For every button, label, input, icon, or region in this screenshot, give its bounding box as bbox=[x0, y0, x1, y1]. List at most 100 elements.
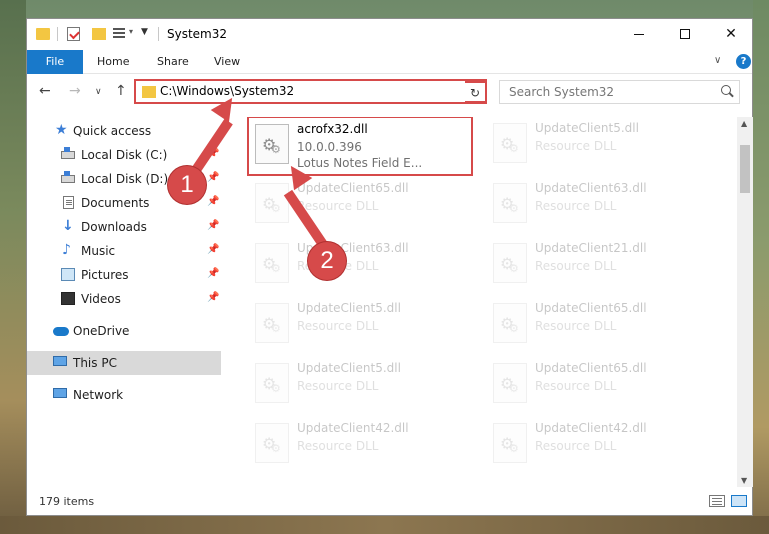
minimize-icon bbox=[634, 33, 644, 35]
view-options-icon[interactable] bbox=[113, 28, 127, 40]
file-name: UpdateClient63.dll bbox=[535, 181, 647, 195]
sidebar-item-label: Network bbox=[73, 388, 124, 402]
tiles-view-icon[interactable] bbox=[731, 495, 747, 507]
dll-file-icon bbox=[493, 183, 527, 223]
sidebar-item-local-disk-c[interactable]: Local Disk (C:) 📌 bbox=[27, 143, 221, 167]
download-icon: ↓ bbox=[62, 218, 74, 234]
file-type: Resource DLL bbox=[535, 199, 617, 213]
file-type: Resource DLL bbox=[535, 139, 617, 153]
file-tile[interactable]: UpdateClient65.dll Resource DLL bbox=[487, 357, 717, 413]
back-arrow-icon[interactable]: ← bbox=[39, 83, 51, 99]
dll-file-icon bbox=[493, 423, 527, 463]
sidebar-item-label: Local Disk (C:) bbox=[81, 148, 168, 162]
scroll-thumb[interactable] bbox=[740, 145, 750, 193]
up-arrow-icon[interactable]: ↑ bbox=[115, 83, 127, 99]
pin-icon[interactable]: 📌 bbox=[207, 244, 219, 255]
sidebar-item-music[interactable]: ♪ Music 📌 bbox=[27, 239, 221, 263]
dll-file-icon bbox=[255, 423, 289, 463]
cloud-icon bbox=[53, 327, 69, 336]
dll-file-icon bbox=[493, 123, 527, 163]
scroll-up-icon[interactable]: ▲ bbox=[741, 119, 747, 128]
document-icon bbox=[63, 196, 74, 209]
file-name: UpdateClient5.dll bbox=[297, 301, 401, 315]
search-input[interactable]: Search System32 bbox=[509, 85, 614, 99]
pin-icon[interactable]: 📌 bbox=[207, 172, 219, 183]
sidebar-item-pictures[interactable]: Pictures 📌 bbox=[27, 263, 221, 287]
close-button[interactable]: ✕ bbox=[708, 19, 754, 49]
file-tile[interactable]: UpdateClient65.dll Resource DLL bbox=[249, 177, 479, 233]
chevron-down-icon[interactable]: ▾ bbox=[129, 27, 133, 36]
minimize-button[interactable] bbox=[616, 19, 662, 49]
details-view-icon[interactable] bbox=[709, 495, 725, 507]
sidebar-item-this-pc[interactable]: This PC bbox=[27, 351, 221, 375]
network-icon bbox=[53, 388, 67, 398]
desktop-background-left bbox=[0, 0, 26, 534]
sidebar-item-videos[interactable]: Videos 📌 bbox=[27, 287, 221, 311]
dll-file-icon bbox=[493, 363, 527, 403]
sidebar-item-label: Videos bbox=[81, 292, 121, 306]
file-tile[interactable]: UpdateClient5.dll Resource DLL bbox=[249, 357, 479, 413]
file-version: 10.0.0.396 bbox=[297, 140, 362, 154]
search-box[interactable]: Search System32 bbox=[499, 80, 740, 104]
pictures-icon bbox=[61, 268, 75, 281]
file-tile[interactable]: UpdateClient65.dll Resource DLL bbox=[487, 297, 717, 353]
disk-icon bbox=[61, 147, 75, 159]
sidebar-item-downloads[interactable]: ↓ Downloads 📌 bbox=[27, 215, 221, 239]
file-name: UpdateClient42.dll bbox=[535, 421, 647, 435]
file-name: UpdateClient65.dll bbox=[297, 181, 409, 195]
properties-icon[interactable] bbox=[67, 27, 80, 41]
sidebar-item-label: Quick access bbox=[73, 124, 152, 138]
title-bar: ▾ ▼ System32 ✕ bbox=[27, 19, 752, 50]
forward-arrow-icon[interactable]: → bbox=[69, 83, 81, 99]
item-count: 179 items bbox=[39, 495, 95, 508]
separator bbox=[158, 27, 159, 41]
pin-icon[interactable]: 📌 bbox=[207, 292, 219, 303]
address-bar[interactable]: C:\Windows\System32 ∨ bbox=[134, 79, 487, 104]
scroll-down-icon[interactable]: ▼ bbox=[741, 476, 747, 485]
file-tile[interactable]: UpdateClient63.dll Resource DLL bbox=[487, 177, 717, 233]
window-title: System32 bbox=[167, 27, 228, 41]
file-name: UpdateClient5.dll bbox=[535, 121, 639, 135]
recent-locations-chevron-icon[interactable]: ∨ bbox=[95, 87, 102, 97]
new-folder-icon[interactable] bbox=[92, 28, 106, 40]
tab-file[interactable]: File bbox=[27, 50, 83, 74]
ribbon-expand-icon[interactable]: ∨ bbox=[714, 55, 721, 66]
sidebar-item-label: Documents bbox=[81, 196, 150, 210]
file-tile[interactable]: UpdateClient5.dll Resource DLL bbox=[487, 117, 717, 173]
sidebar-item-label: Local Disk (D:) bbox=[81, 172, 169, 186]
sidebar-item-label: This PC bbox=[73, 356, 117, 370]
computer-icon bbox=[53, 356, 67, 366]
file-tile[interactable]: UpdateClient42.dll Resource DLL bbox=[249, 417, 479, 473]
file-tile-acrofx32[interactable]: acrofx32.dll 10.0.0.396 Lotus Notes Fiel… bbox=[247, 117, 473, 176]
sidebar-item-label: OneDrive bbox=[73, 324, 130, 338]
sidebar-item-label: Downloads bbox=[81, 220, 147, 234]
file-name: UpdateClient5.dll bbox=[297, 361, 401, 375]
file-tile[interactable]: UpdateClient21.dll Resource DLL bbox=[487, 237, 717, 293]
sidebar-item-network[interactable]: Network bbox=[27, 383, 221, 407]
file-type: Resource DLL bbox=[297, 439, 379, 453]
pin-icon[interactable]: 📌 bbox=[207, 268, 219, 279]
tab-view[interactable]: View bbox=[214, 50, 240, 74]
file-type: Resource DLL bbox=[535, 439, 617, 453]
help-icon[interactable]: ? bbox=[736, 54, 751, 69]
file-type: Resource DLL bbox=[297, 319, 379, 333]
refresh-button[interactable]: ↻ bbox=[465, 81, 487, 103]
pin-icon[interactable]: 📌 bbox=[207, 196, 219, 207]
quick-access-toolbar-dropdown[interactable]: ▼ bbox=[141, 27, 148, 37]
tab-home[interactable]: Home bbox=[97, 50, 129, 74]
search-icon[interactable] bbox=[721, 85, 731, 95]
file-name: UpdateClient65.dll bbox=[535, 361, 647, 375]
sidebar-item-onedrive[interactable]: OneDrive bbox=[27, 319, 221, 343]
file-tile[interactable]: UpdateClient5.dll Resource DLL bbox=[249, 297, 479, 353]
vertical-scrollbar[interactable]: ▲ ▼ bbox=[737, 117, 753, 487]
tab-share[interactable]: Share bbox=[157, 50, 189, 74]
file-tile[interactable]: UpdateClient42.dll Resource DLL bbox=[487, 417, 717, 473]
step-2-badge: 2 bbox=[308, 242, 346, 280]
status-bar: 179 items bbox=[27, 489, 752, 515]
file-tile[interactable]: UpdateClient63.dll Resource DLL bbox=[249, 237, 479, 293]
sidebar-item-quick-access[interactable]: ★ Quick access bbox=[27, 119, 221, 143]
step-1-badge: 1 bbox=[168, 166, 206, 204]
maximize-button[interactable] bbox=[662, 19, 708, 49]
pin-icon[interactable]: 📌 bbox=[207, 220, 219, 231]
sidebar-item-label: Music bbox=[81, 244, 116, 258]
